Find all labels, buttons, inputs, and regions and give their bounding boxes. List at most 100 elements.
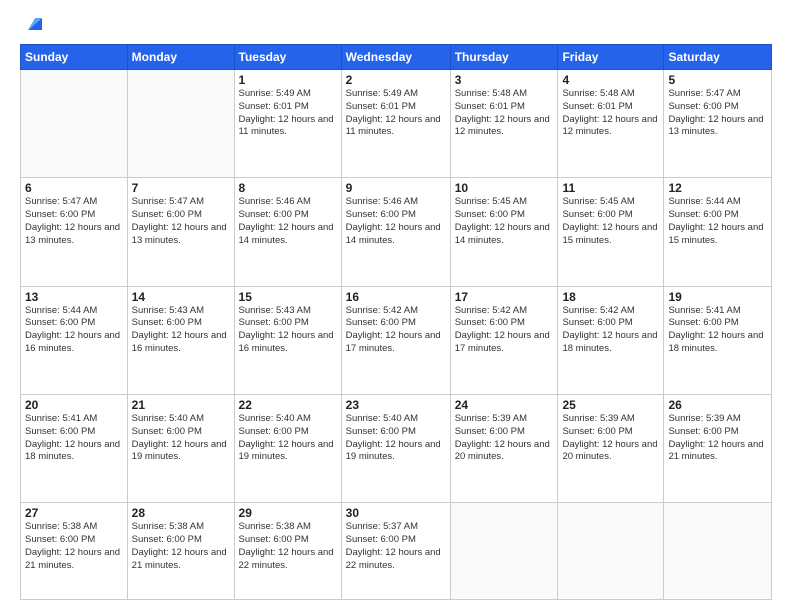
day-number: 18 [562,290,659,304]
calendar-cell [450,503,558,600]
day-info: Sunrise: 5:42 AM Sunset: 6:00 PM Dayligh… [346,305,446,356]
calendar-cell: 5Sunrise: 5:47 AM Sunset: 6:00 PM Daylig… [664,70,772,178]
day-info: Sunrise: 5:47 AM Sunset: 6:00 PM Dayligh… [132,196,230,247]
day-info: Sunrise: 5:41 AM Sunset: 6:00 PM Dayligh… [25,413,123,464]
day-info: Sunrise: 5:37 AM Sunset: 6:00 PM Dayligh… [346,521,446,572]
calendar-cell: 8Sunrise: 5:46 AM Sunset: 6:00 PM Daylig… [234,178,341,286]
weekday-header-wednesday: Wednesday [341,45,450,70]
day-number: 15 [239,290,337,304]
weekday-header-monday: Monday [127,45,234,70]
day-number: 13 [25,290,123,304]
day-number: 27 [25,506,123,520]
day-info: Sunrise: 5:45 AM Sunset: 6:00 PM Dayligh… [455,196,554,247]
day-number: 17 [455,290,554,304]
calendar-row-2: 13Sunrise: 5:44 AM Sunset: 6:00 PM Dayli… [21,286,772,394]
day-info: Sunrise: 5:43 AM Sunset: 6:00 PM Dayligh… [132,305,230,356]
day-number: 4 [562,73,659,87]
logo-icon [24,12,46,34]
logo [20,16,46,34]
day-info: Sunrise: 5:44 AM Sunset: 6:00 PM Dayligh… [668,196,767,247]
day-info: Sunrise: 5:40 AM Sunset: 6:00 PM Dayligh… [346,413,446,464]
day-info: Sunrise: 5:47 AM Sunset: 6:00 PM Dayligh… [25,196,123,247]
day-number: 24 [455,398,554,412]
calendar-cell: 25Sunrise: 5:39 AM Sunset: 6:00 PM Dayli… [558,394,664,502]
day-number: 6 [25,181,123,195]
calendar-cell: 22Sunrise: 5:40 AM Sunset: 6:00 PM Dayli… [234,394,341,502]
day-info: Sunrise: 5:49 AM Sunset: 6:01 PM Dayligh… [346,88,446,139]
calendar-cell: 1Sunrise: 5:49 AM Sunset: 6:01 PM Daylig… [234,70,341,178]
day-info: Sunrise: 5:47 AM Sunset: 6:00 PM Dayligh… [668,88,767,139]
calendar-cell: 11Sunrise: 5:45 AM Sunset: 6:00 PM Dayli… [558,178,664,286]
calendar-cell [127,70,234,178]
calendar-cell: 10Sunrise: 5:45 AM Sunset: 6:00 PM Dayli… [450,178,558,286]
day-info: Sunrise: 5:40 AM Sunset: 6:00 PM Dayligh… [132,413,230,464]
calendar-cell: 18Sunrise: 5:42 AM Sunset: 6:00 PM Dayli… [558,286,664,394]
day-info: Sunrise: 5:38 AM Sunset: 6:00 PM Dayligh… [25,521,123,572]
day-number: 16 [346,290,446,304]
day-number: 8 [239,181,337,195]
calendar-row-0: 1Sunrise: 5:49 AM Sunset: 6:01 PM Daylig… [21,70,772,178]
calendar-cell: 29Sunrise: 5:38 AM Sunset: 6:00 PM Dayli… [234,503,341,600]
day-info: Sunrise: 5:38 AM Sunset: 6:00 PM Dayligh… [132,521,230,572]
calendar-cell: 9Sunrise: 5:46 AM Sunset: 6:00 PM Daylig… [341,178,450,286]
calendar-cell: 24Sunrise: 5:39 AM Sunset: 6:00 PM Dayli… [450,394,558,502]
calendar-row-4: 27Sunrise: 5:38 AM Sunset: 6:00 PM Dayli… [21,503,772,600]
calendar-cell [558,503,664,600]
day-info: Sunrise: 5:45 AM Sunset: 6:00 PM Dayligh… [562,196,659,247]
day-number: 25 [562,398,659,412]
day-info: Sunrise: 5:46 AM Sunset: 6:00 PM Dayligh… [346,196,446,247]
header [20,16,772,34]
day-info: Sunrise: 5:39 AM Sunset: 6:00 PM Dayligh… [668,413,767,464]
day-number: 19 [668,290,767,304]
calendar-cell: 27Sunrise: 5:38 AM Sunset: 6:00 PM Dayli… [21,503,128,600]
calendar-cell: 19Sunrise: 5:41 AM Sunset: 6:00 PM Dayli… [664,286,772,394]
calendar-cell: 26Sunrise: 5:39 AM Sunset: 6:00 PM Dayli… [664,394,772,502]
calendar-cell: 13Sunrise: 5:44 AM Sunset: 6:00 PM Dayli… [21,286,128,394]
day-number: 1 [239,73,337,87]
day-info: Sunrise: 5:43 AM Sunset: 6:00 PM Dayligh… [239,305,337,356]
day-info: Sunrise: 5:48 AM Sunset: 6:01 PM Dayligh… [562,88,659,139]
calendar-cell: 23Sunrise: 5:40 AM Sunset: 6:00 PM Dayli… [341,394,450,502]
day-info: Sunrise: 5:38 AM Sunset: 6:00 PM Dayligh… [239,521,337,572]
day-number: 29 [239,506,337,520]
weekday-header-row: SundayMondayTuesdayWednesdayThursdayFrid… [21,45,772,70]
calendar-cell: 16Sunrise: 5:42 AM Sunset: 6:00 PM Dayli… [341,286,450,394]
day-info: Sunrise: 5:39 AM Sunset: 6:00 PM Dayligh… [455,413,554,464]
day-number: 5 [668,73,767,87]
calendar-cell: 20Sunrise: 5:41 AM Sunset: 6:00 PM Dayli… [21,394,128,502]
calendar-cell: 21Sunrise: 5:40 AM Sunset: 6:00 PM Dayli… [127,394,234,502]
day-info: Sunrise: 5:39 AM Sunset: 6:00 PM Dayligh… [562,413,659,464]
day-number: 10 [455,181,554,195]
day-number: 11 [562,181,659,195]
calendar-cell: 4Sunrise: 5:48 AM Sunset: 6:01 PM Daylig… [558,70,664,178]
day-number: 21 [132,398,230,412]
calendar-cell: 2Sunrise: 5:49 AM Sunset: 6:01 PM Daylig… [341,70,450,178]
day-number: 22 [239,398,337,412]
day-number: 12 [668,181,767,195]
day-info: Sunrise: 5:42 AM Sunset: 6:00 PM Dayligh… [562,305,659,356]
calendar-cell: 30Sunrise: 5:37 AM Sunset: 6:00 PM Dayli… [341,503,450,600]
day-number: 30 [346,506,446,520]
weekday-header-sunday: Sunday [21,45,128,70]
calendar-cell: 12Sunrise: 5:44 AM Sunset: 6:00 PM Dayli… [664,178,772,286]
calendar-cell: 14Sunrise: 5:43 AM Sunset: 6:00 PM Dayli… [127,286,234,394]
weekday-header-saturday: Saturday [664,45,772,70]
calendar-cell [664,503,772,600]
day-info: Sunrise: 5:40 AM Sunset: 6:00 PM Dayligh… [239,413,337,464]
day-number: 23 [346,398,446,412]
weekday-header-tuesday: Tuesday [234,45,341,70]
weekday-header-friday: Friday [558,45,664,70]
day-info: Sunrise: 5:49 AM Sunset: 6:01 PM Dayligh… [239,88,337,139]
day-info: Sunrise: 5:41 AM Sunset: 6:00 PM Dayligh… [668,305,767,356]
day-number: 7 [132,181,230,195]
day-number: 26 [668,398,767,412]
calendar-cell [21,70,128,178]
day-number: 28 [132,506,230,520]
day-number: 2 [346,73,446,87]
day-info: Sunrise: 5:48 AM Sunset: 6:01 PM Dayligh… [455,88,554,139]
weekday-header-thursday: Thursday [450,45,558,70]
calendar-cell: 7Sunrise: 5:47 AM Sunset: 6:00 PM Daylig… [127,178,234,286]
day-number: 9 [346,181,446,195]
calendar-table: SundayMondayTuesdayWednesdayThursdayFrid… [20,44,772,600]
day-number: 20 [25,398,123,412]
